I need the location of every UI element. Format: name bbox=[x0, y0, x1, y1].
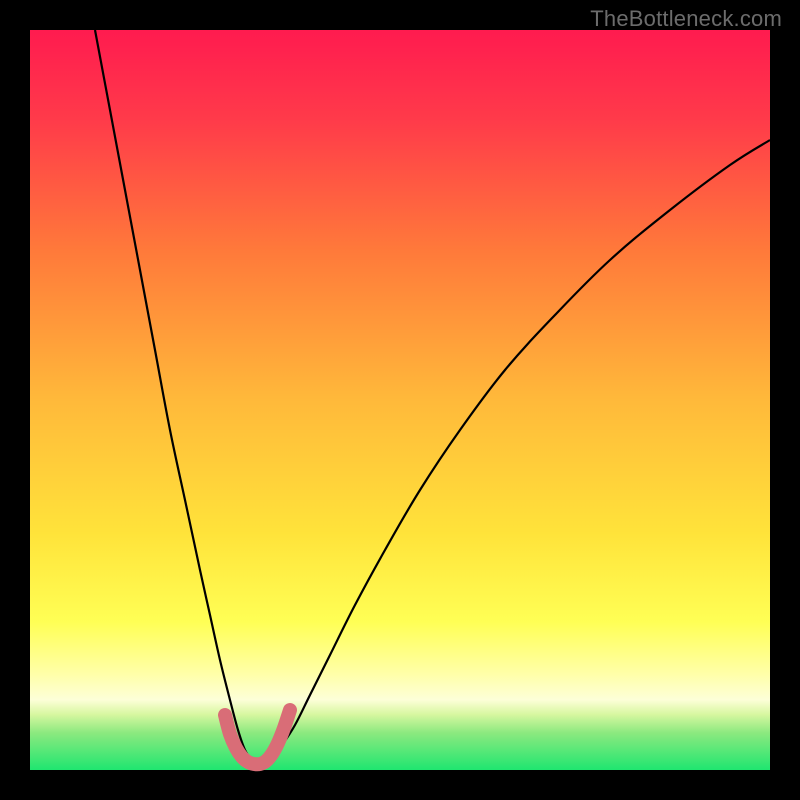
chart-svg bbox=[30, 30, 770, 770]
watermark-text: TheBottleneck.com bbox=[590, 6, 782, 32]
curve-path bbox=[95, 30, 770, 765]
bottleneck-curve bbox=[95, 30, 770, 765]
